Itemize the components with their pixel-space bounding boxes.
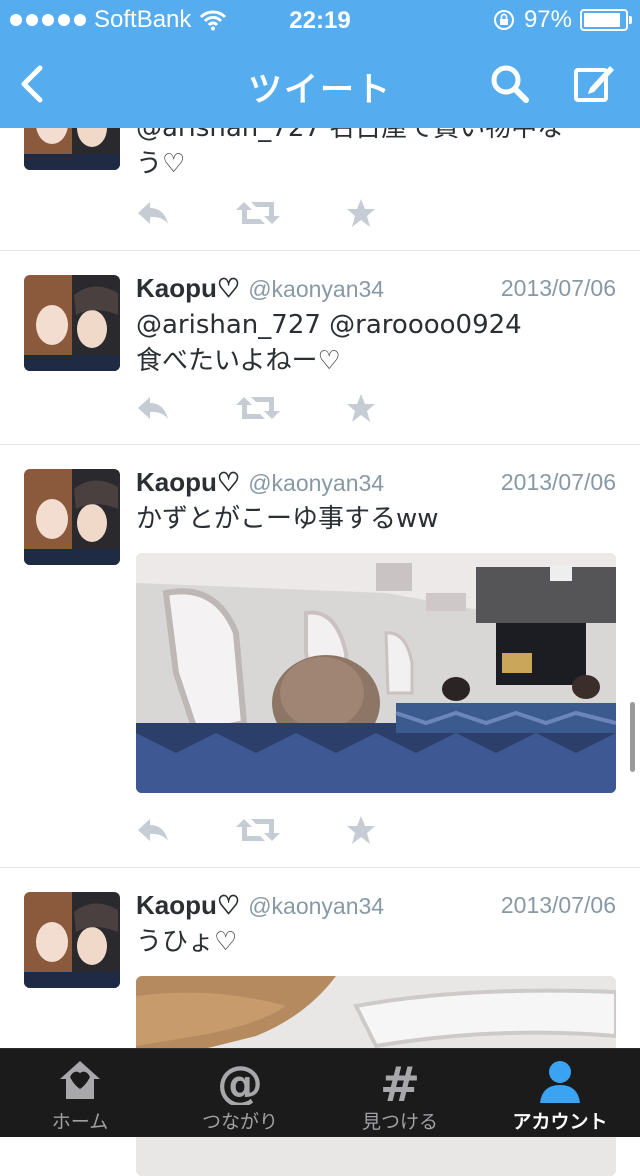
compose-icon[interactable] [570,60,618,108]
battery-icon [580,9,632,31]
tweet-date: 2013/07/06 [500,275,616,301]
display-name[interactable]: Kaopu♡ [136,467,240,497]
home-icon [60,1061,100,1099]
reply-icon[interactable] [136,393,170,423]
battery-percent: 97% [523,6,572,33]
tweet-header: Kaopu♡ @kaonyan34 2013/07/06 [136,273,616,307]
nav-bar: ツイート [0,40,640,128]
tweet-header: Kaopu♡ @kaonyan34 2013/07/06 [136,467,616,501]
tweet-item[interactable]: Kaopu♡ @kaonyan34 2013/07/06 かずとがこーゆ事するww [0,445,640,868]
status-bar: SoftBank 22:19 97% [0,0,640,40]
favorite-star-icon[interactable] [346,393,376,423]
rotation-lock-icon [493,10,514,30]
tab-connect[interactable]: @ つながり [160,1049,320,1137]
status-right-group: 97% [492,6,632,34]
favorite-star-icon[interactable] [346,198,376,228]
tweet-text: かずとがこーゆ事するww [136,504,439,534]
tab-label: つながり [201,1111,278,1133]
scroll-indicator [630,702,635,772]
reply-icon[interactable] [136,815,170,845]
tweet-header: Kaopu♡ @kaonyan34 2013/07/06 [136,890,616,924]
user-handle[interactable]: @kaonyan34 [248,893,384,919]
svg-text:@: @ [217,1057,263,1105]
tab-account[interactable]: アカウント [480,1049,640,1137]
avatar[interactable] [24,469,120,565]
tab-discover[interactable]: # 見つける [320,1049,480,1137]
tweet-actions [136,198,396,232]
at-icon: @ [217,1057,263,1105]
tweet-actions [136,815,396,849]
reply-icon[interactable] [136,198,170,228]
tab-label: アカウント [512,1111,608,1133]
user-handle[interactable]: @kaonyan34 [248,470,384,496]
page-title: ツイート [248,71,392,109]
retweet-icon[interactable] [236,198,280,228]
svg-text:#: # [380,1057,420,1105]
tab-home[interactable]: ホーム [0,1049,160,1137]
favorite-star-icon[interactable] [346,815,376,845]
retweet-icon[interactable] [236,393,280,423]
display-name[interactable]: Kaopu♡ [136,890,240,920]
tweet-date: 2013/07/06 [500,892,616,918]
search-icon[interactable] [486,60,534,108]
tab-label: 見つける [361,1111,438,1133]
display-name[interactable]: Kaopu♡ [136,273,240,303]
retweet-icon[interactable] [236,815,280,845]
tweet-timeline: @arishan_727 名古屋で買い物中なーう♡ Kaopu♡ @kaonyan… [0,74,640,1176]
tab-label: ホーム [51,1111,109,1133]
user-handle[interactable]: @kaonyan34 [248,276,384,302]
tweet-date: 2013/07/06 [500,469,616,495]
tweet-text: @arishan_727 @raroooo0924 食べたいよねー♡ [136,310,522,376]
avatar[interactable] [24,275,120,371]
tweet-photo-train-interior[interactable] [136,553,616,793]
tweet-actions [136,393,396,427]
person-icon [540,1061,580,1103]
tweet-text: うひょ♡ [136,927,238,957]
tweet-item[interactable]: Kaopu♡ @kaonyan34 2013/07/06 @arishan_727… [0,251,640,445]
avatar[interactable] [24,892,120,988]
tab-bar: ホーム @ つながり # 見つける アカウント [0,1048,640,1137]
hash-icon: # [380,1057,420,1105]
